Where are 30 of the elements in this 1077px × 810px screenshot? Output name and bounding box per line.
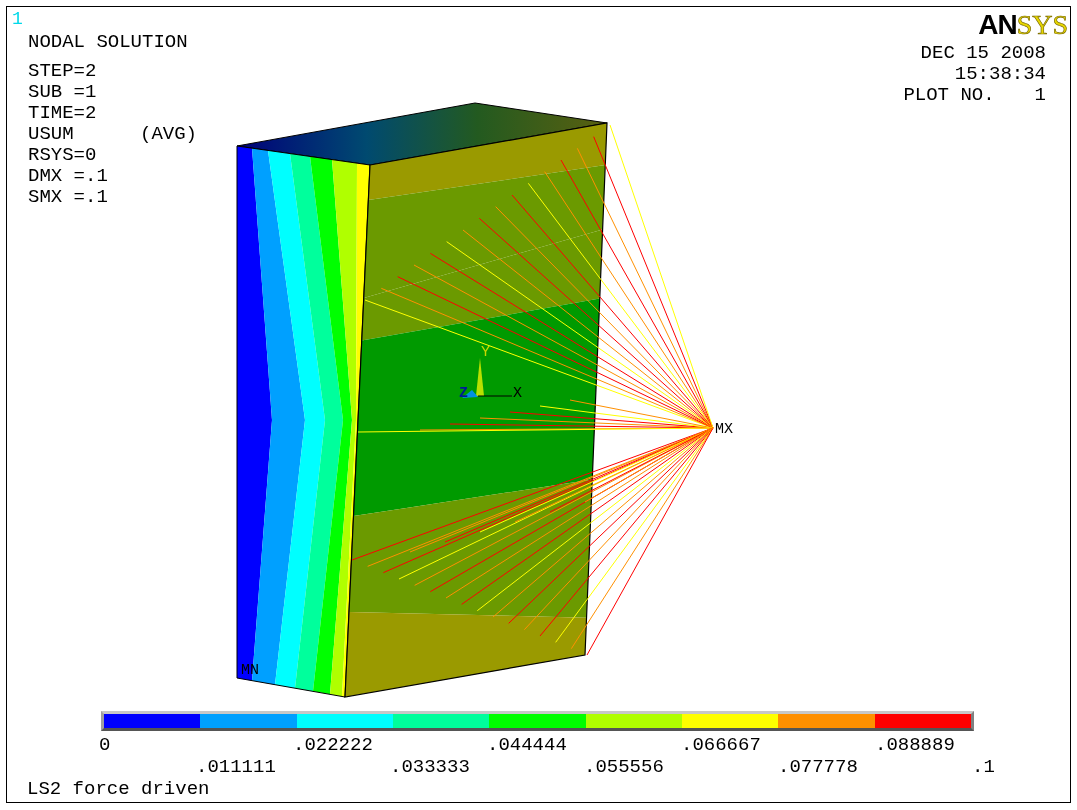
legend-value-label: .044444 <box>487 734 568 756</box>
plot-number-label: PLOT NO. <box>903 85 995 106</box>
plot-title: NODAL SOLUTION <box>27 31 189 53</box>
solution-info-line: DMX =.1 <box>28 166 109 187</box>
solution-info-line: STEP=2 <box>28 61 98 82</box>
solution-info-line: TIME=2 <box>28 103 98 124</box>
legend-value-label: 0 <box>99 734 112 756</box>
legend-value-label: .055556 <box>584 756 665 778</box>
axis-y-label: Y <box>481 344 490 361</box>
solution-info-line: SUB =1 <box>28 82 98 103</box>
legend-value-label: .077778 <box>778 756 859 778</box>
ansys-logo: ANSYS <box>978 9 1068 42</box>
plot-number: 1 <box>1034 85 1046 106</box>
axis-z-label: Z <box>459 385 468 402</box>
legend-value-label: .1 <box>972 756 996 778</box>
plot-time: 15:38:34 <box>954 64 1046 85</box>
legend-value-label: .066667 <box>681 734 762 756</box>
solution-info-line: RSYS=0 <box>28 145 98 166</box>
max-marker-label: MX <box>715 421 733 438</box>
solution-info-line: SMX =.1 <box>28 187 109 208</box>
legend-value-label: .011111 <box>196 756 277 778</box>
plot-date: DEC 15 2008 <box>920 43 1046 64</box>
legend-value-label: .088889 <box>875 734 956 756</box>
plot-subtitle: LS2 force driven <box>27 778 211 800</box>
legend-value-label: .022222 <box>293 734 374 756</box>
averaging-label: (AVG) <box>140 124 197 145</box>
window-number: 1 <box>12 9 24 29</box>
axis-x-label: X <box>513 385 522 402</box>
legend-value-label: .033333 <box>390 756 471 778</box>
result-quantity: USUM <box>28 124 75 145</box>
